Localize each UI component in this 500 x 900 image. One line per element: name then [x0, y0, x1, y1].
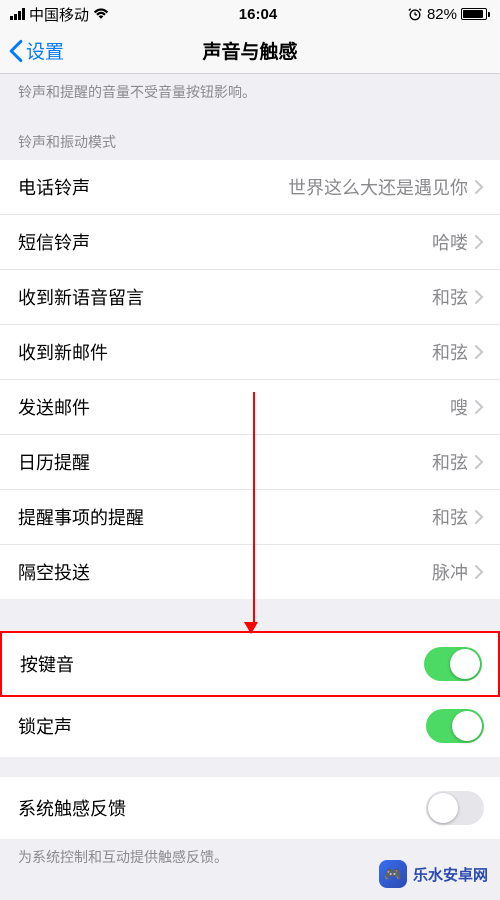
chevron-right-icon [474, 454, 484, 470]
section-header-sounds: 铃声和振动模式 [0, 122, 500, 160]
row-value: 脉冲 [432, 559, 468, 585]
chevron-right-icon [474, 344, 484, 360]
row-keyboard-clicks: 按键音 [2, 633, 498, 695]
chevron-right-icon [474, 234, 484, 250]
back-button[interactable]: 设置 [8, 28, 64, 73]
row-value: 世界这么大还是遇见你 [288, 174, 468, 200]
chevron-right-icon [474, 399, 484, 415]
toggle-lock-sound[interactable] [426, 709, 484, 743]
intro-description: 铃声和提醒的音量不受音量按钮影响。 [0, 74, 500, 122]
row-label: 电话铃声 [18, 174, 90, 200]
nav-bar: 设置 声音与触感 [0, 28, 500, 74]
carrier-label: 中国移动 [29, 4, 89, 25]
row-label: 系统触感反馈 [18, 795, 126, 821]
wifi-icon [93, 7, 109, 21]
chevron-right-icon [474, 509, 484, 525]
row-system-haptics: 系统触感反馈 [0, 777, 500, 839]
status-left: 中国移动 [10, 4, 109, 25]
row-label: 收到新语音留言 [18, 284, 144, 310]
row-label: 发送邮件 [18, 394, 90, 420]
battery-pct: 82% [427, 6, 457, 23]
watermark-icon: 🎮 [379, 860, 407, 888]
watermark-text: 乐水安卓网 [413, 864, 488, 885]
back-label: 设置 [26, 37, 64, 64]
toggles-group-1: 按键音 锁定声 [0, 631, 500, 757]
status-bar: 中国移动 16:04 82% [0, 0, 500, 28]
page-title: 声音与触感 [202, 37, 297, 64]
signal-icon [10, 8, 25, 20]
row-label: 短信铃声 [18, 229, 90, 255]
row-lock-sound: 锁定声 [0, 695, 500, 757]
chevron-right-icon [474, 564, 484, 580]
row-new-mail[interactable]: 收到新邮件 和弦 [0, 325, 500, 380]
row-label: 提醒事项的提醒 [18, 504, 144, 530]
row-label: 日历提醒 [18, 449, 90, 475]
row-text-tone[interactable]: 短信铃声 哈喽 [0, 215, 500, 270]
toggles-group-2: 系统触感反馈 [0, 777, 500, 839]
row-voicemail[interactable]: 收到新语音留言 和弦 [0, 270, 500, 325]
row-value: 和弦 [432, 449, 468, 475]
row-value: 哈喽 [432, 229, 468, 255]
toggle-keyboard-clicks[interactable] [424, 647, 482, 681]
row-value: 和弦 [432, 339, 468, 365]
row-label: 按键音 [20, 651, 74, 677]
status-time: 16:04 [239, 6, 277, 23]
toggle-system-haptics[interactable] [426, 791, 484, 825]
row-value: 和弦 [432, 504, 468, 530]
chevron-right-icon [474, 179, 484, 195]
row-label: 锁定声 [18, 713, 72, 739]
row-label: 隔空投送 [18, 559, 90, 585]
chevron-right-icon [474, 289, 484, 305]
watermark: 🎮 乐水安卓网 [379, 860, 488, 888]
annotation-highlight: 按键音 [0, 631, 500, 697]
row-ringtone[interactable]: 电话铃声 世界这么大还是遇见你 [0, 160, 500, 215]
annotation-arrow [250, 392, 258, 634]
alarm-icon [407, 7, 423, 21]
battery-icon [461, 8, 490, 20]
chevron-left-icon [8, 39, 24, 63]
row-value: 和弦 [432, 284, 468, 310]
row-label: 收到新邮件 [18, 339, 108, 365]
row-value: 嗖 [450, 394, 468, 420]
status-right: 82% [407, 6, 490, 23]
